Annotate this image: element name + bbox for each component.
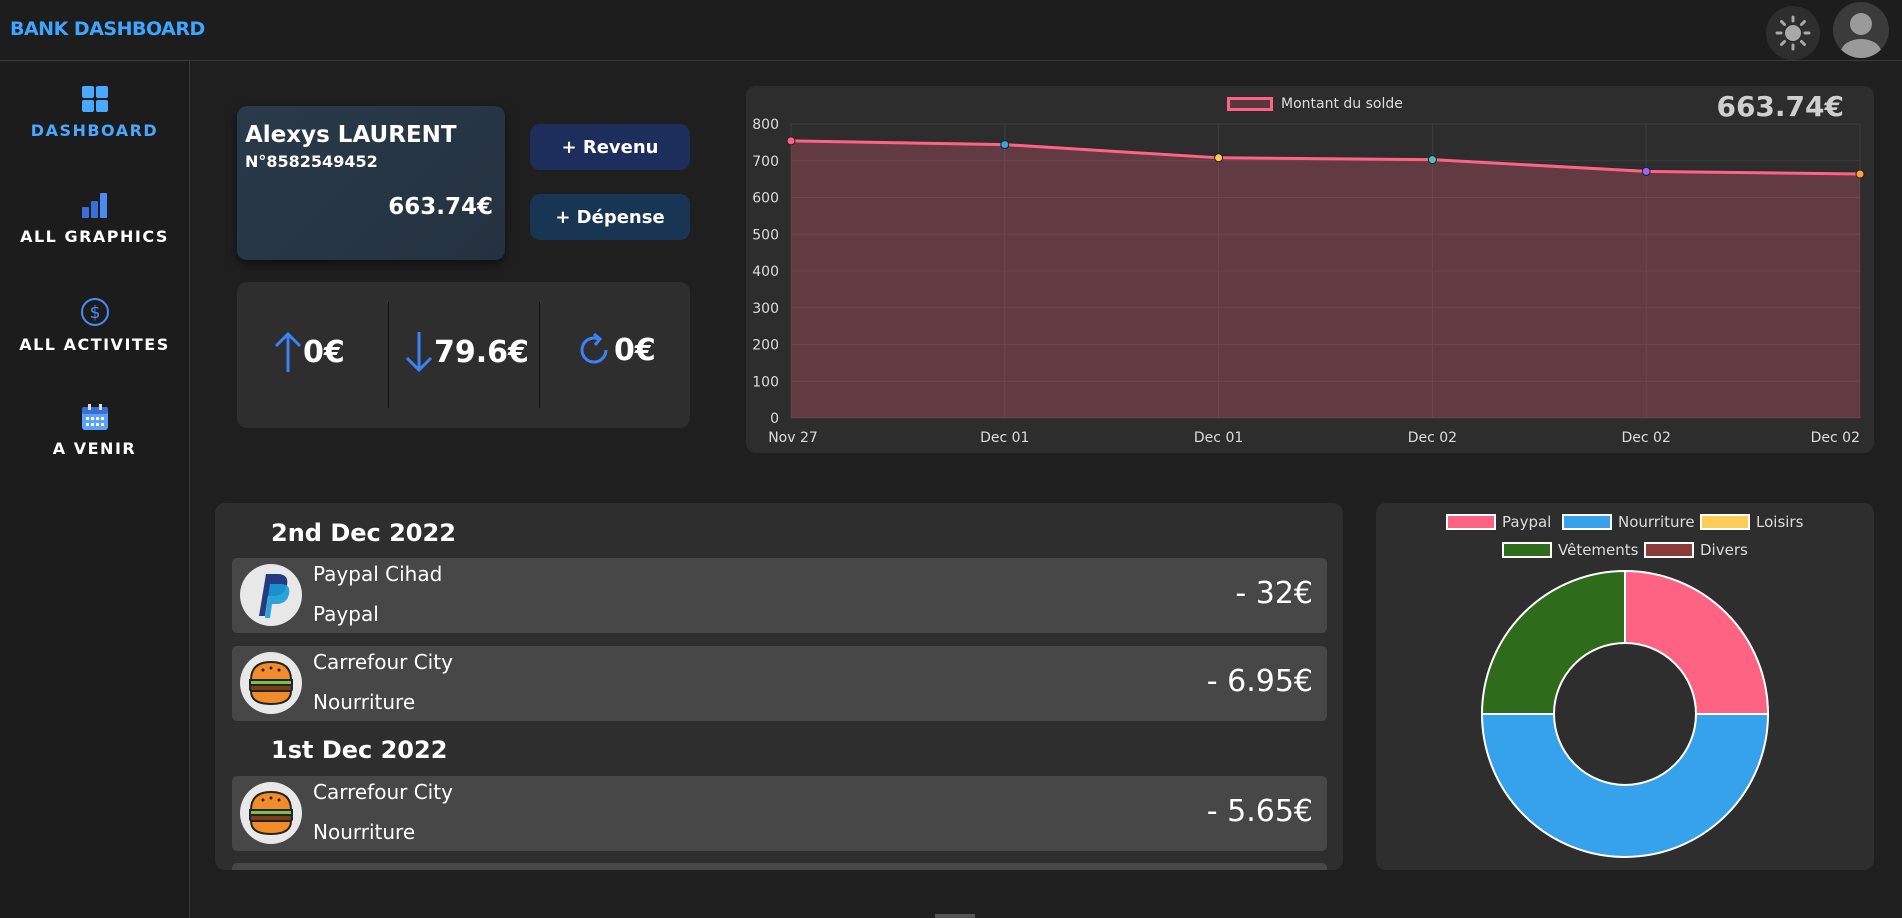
y-tick-label: 400 (752, 264, 779, 280)
account-card[interactable]: Alexys LAURENT N°8582549452 663.74€ (237, 106, 505, 260)
divider (539, 302, 540, 408)
paypal-icon (240, 564, 302, 626)
balance-line-chart[interactable]: 0 100 200 300 400 500 600 700 800 Nov 27 Dec 01 Dec… (746, 86, 1874, 453)
category-chart-panel: Paypal Nourriture Loisirs Vêtements Dive… (1376, 503, 1874, 870)
transaction-row[interactable] (232, 863, 1327, 870)
transaction-name: Paypal Cihad (313, 562, 443, 586)
user-avatar[interactable] (1833, 2, 1889, 58)
balance-chart-panel: Montant du solde 663.74€ 0 100 200 300 400 50… (746, 86, 1874, 453)
transaction-row[interactable]: Carrefour City Nourriture - 6.95€ (232, 646, 1327, 721)
dollar-circle-icon: $ (80, 298, 109, 326)
add-expense-button[interactable]: + Dépense (530, 194, 690, 240)
x-tick-label: Nov 27 (768, 430, 818, 446)
data-point (1427, 155, 1437, 165)
add-income-button[interactable]: + Revenu (530, 124, 690, 170)
pie-slice-vêtements[interactable] (1480, 569, 1626, 715)
divider (388, 302, 389, 408)
sidebar-item-a-venir[interactable]: A VENIR (0, 403, 189, 458)
income-stat: 0€ (273, 330, 345, 374)
data-point (1855, 169, 1865, 179)
transaction-name: Carrefour City (313, 650, 453, 674)
sidebar-item-label: ALL GRAPHICS (20, 227, 169, 246)
sidebar-item-dashboard[interactable]: DASHBOARD (0, 85, 189, 140)
arrow-up-icon (274, 331, 302, 372)
stats-panel: 0€ 79.6€ 0€ (237, 282, 690, 428)
transaction-amount: - 32€ (1235, 576, 1313, 611)
burger-icon (240, 652, 302, 714)
user-icon (1841, 13, 1881, 58)
transaction-amount: - 6.95€ (1206, 664, 1313, 699)
transaction-name: Carrefour City (313, 780, 453, 804)
transaction-category: Nourriture (313, 690, 416, 714)
data-point (1000, 140, 1010, 150)
sidebar: DASHBOARD ALL GRAPHICS $ ALL ACTIVITES A… (0, 61, 190, 918)
transaction-category: Paypal (313, 602, 379, 626)
data-point (1214, 153, 1224, 163)
transaction-category: Nourriture (313, 820, 416, 844)
sidebar-item-label: A VENIR (52, 439, 137, 458)
recurring-value: 0€ (614, 332, 656, 368)
y-tick-label: 0 (770, 411, 779, 427)
sidebar-item-all-graphics[interactable]: ALL GRAPHICS (0, 191, 189, 246)
date-header: 1st Dec 2022 (271, 736, 448, 764)
x-tick-label: Dec 02 (1622, 430, 1671, 446)
x-tick-label: Dec 02 (1811, 430, 1860, 446)
recurring-stat: 0€ (574, 330, 656, 370)
category-doughnut-chart[interactable] (1376, 503, 1874, 870)
y-tick-label: 500 (752, 227, 779, 243)
sidebar-item-label: ALL ACTIVITES (19, 335, 170, 354)
y-tick-label: 300 (752, 301, 779, 317)
x-tick-label: Dec 01 (980, 430, 1029, 446)
income-value: 0€ (303, 334, 345, 370)
brand-title[interactable]: BANK DASHBOARD (10, 18, 205, 40)
data-point (786, 136, 796, 146)
account-name: Alexys LAURENT (245, 122, 457, 148)
svg-text:$: $ (89, 303, 100, 323)
refresh-icon (580, 332, 608, 364)
x-tick-label: Dec 02 (1408, 430, 1457, 446)
dashboard-icon (81, 86, 108, 112)
top-bar: BANK DASHBOARD (0, 0, 1902, 61)
y-tick-label: 100 (752, 374, 779, 390)
expense-value: 79.6€ (434, 334, 529, 370)
account-number: N°8582549452 (245, 152, 378, 171)
pie-slice-paypal[interactable] (1624, 569, 1770, 715)
y-tick-label: 200 (752, 338, 779, 354)
y-tick-label: 700 (752, 154, 779, 170)
calendar-icon (81, 404, 108, 430)
y-tick-label: 600 (752, 191, 779, 207)
date-header: 2nd Dec 2022 (271, 519, 456, 547)
transaction-row[interactable]: Paypal Cihad Paypal - 32€ (232, 558, 1327, 633)
theme-toggle-button[interactable] (1766, 6, 1820, 60)
arrow-down-icon (405, 332, 433, 373)
transactions-panel: 2nd Dec 2022 Paypal Cihad Paypal - 32€ C… (215, 503, 1343, 870)
transaction-row[interactable]: Carrefour City Nourriture - 5.65€ (232, 776, 1327, 851)
burger-icon (240, 782, 302, 844)
scroll-indicator (935, 914, 975, 918)
sidebar-item-label: DASHBOARD (30, 121, 159, 140)
sun-icon (1775, 15, 1811, 51)
account-balance: 663.74€ (388, 194, 493, 220)
x-tick-label: Dec 01 (1194, 430, 1243, 446)
bar-chart-icon (81, 193, 107, 218)
expense-stat: 79.6€ (404, 330, 529, 374)
data-point (1641, 166, 1651, 176)
sidebar-item-all-activites[interactable]: $ ALL ACTIVITES (0, 297, 189, 354)
transaction-amount: - 5.65€ (1206, 794, 1313, 829)
series-area (791, 140, 1860, 418)
pie-slice-nourriture[interactable] (1480, 713, 1770, 858)
y-tick-label: 800 (752, 117, 779, 133)
